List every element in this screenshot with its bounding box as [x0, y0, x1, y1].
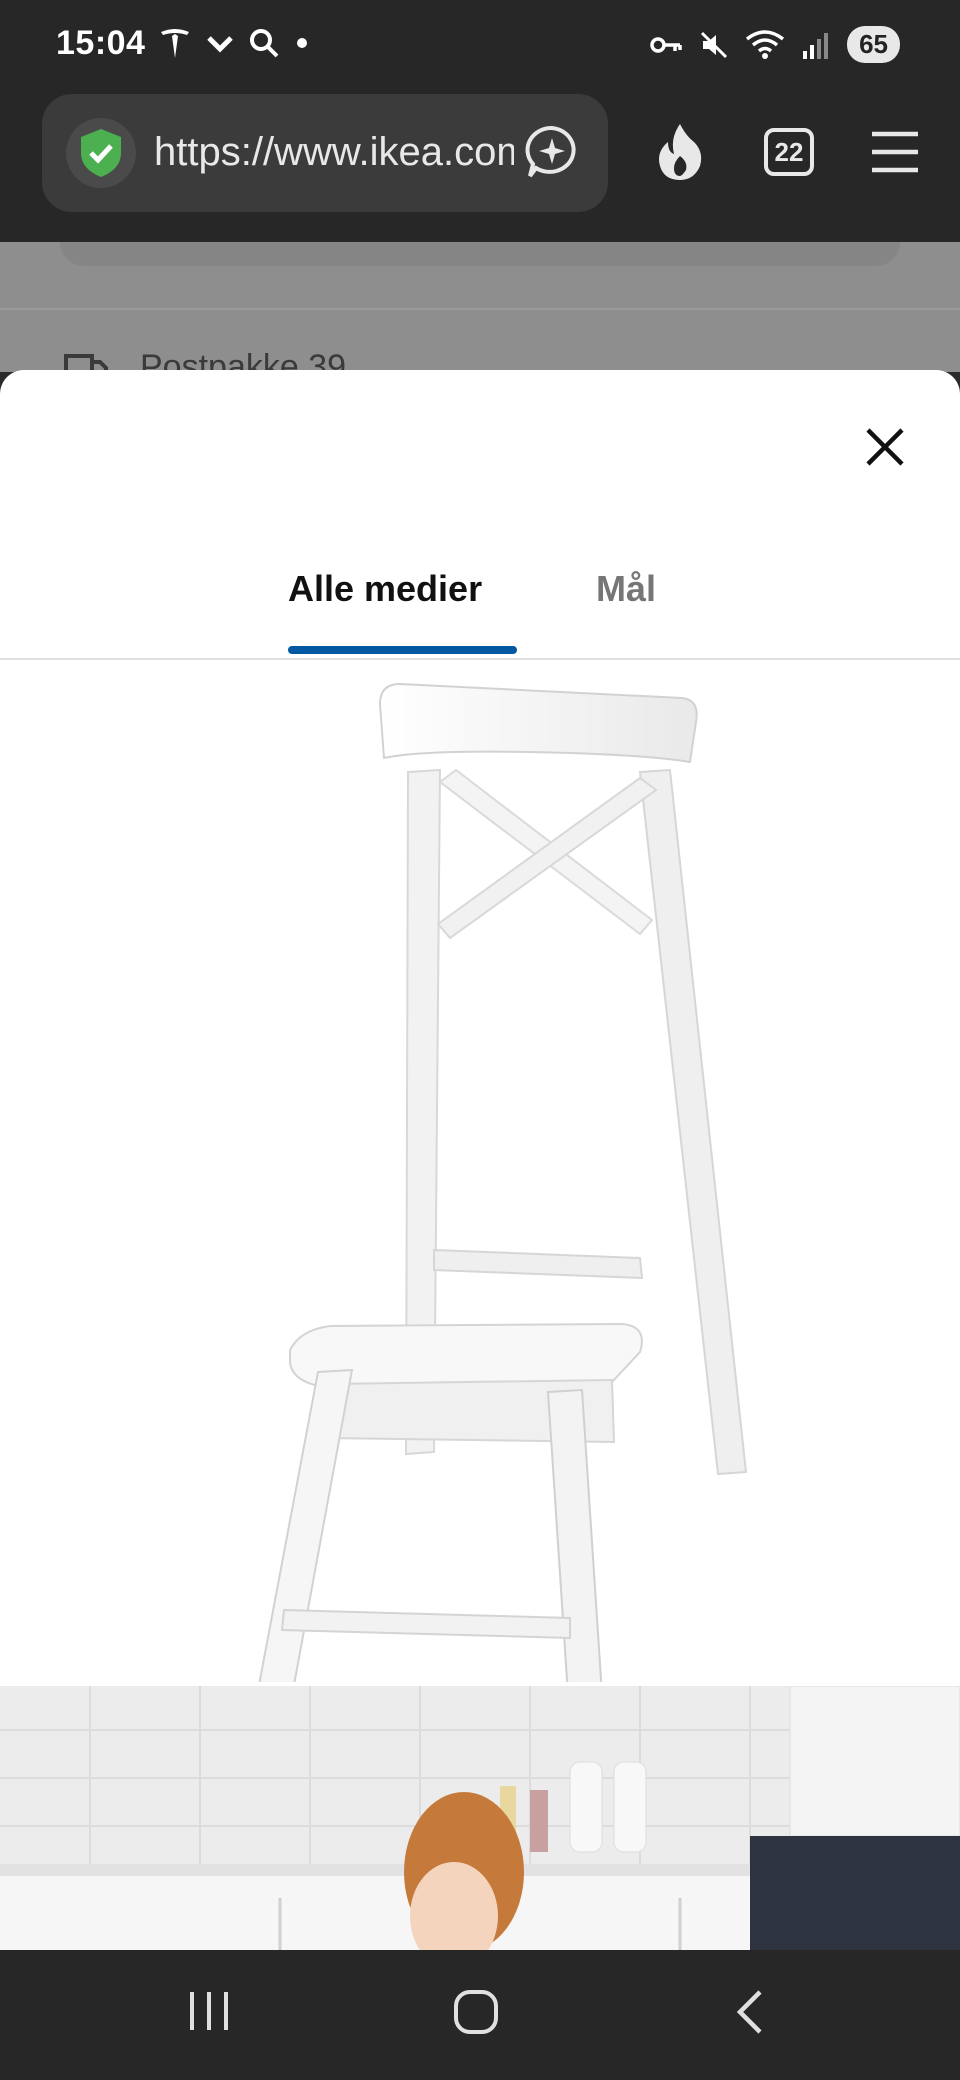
tab-switcher-button[interactable]: 22 [764, 128, 814, 176]
wifi-icon [746, 29, 785, 59]
close-icon[interactable] [860, 422, 910, 472]
lifestyle-photo[interactable] [0, 1686, 960, 1950]
tesla-icon [161, 29, 189, 58]
media-tabs: Alle medier Mål [0, 550, 960, 660]
browser-toolbar: https://www.ikea.com 22 [0, 92, 960, 242]
background-page-overlay: Postpakke 39 [0, 242, 960, 386]
system-icons: 65 [649, 26, 900, 63]
fire-icon[interactable] [652, 122, 708, 182]
sparkle-chat-icon[interactable] [524, 124, 580, 180]
hamburger-menu-icon[interactable] [870, 130, 920, 174]
mute-icon [701, 31, 728, 58]
notification-icons [158, 26, 310, 60]
back-icon[interactable] [730, 1988, 770, 2036]
kitchen-photo [0, 1686, 960, 1950]
battery-indicator: 65 [847, 26, 900, 63]
home-icon[interactable] [452, 1988, 500, 2036]
tab-dimensions[interactable]: Mål [596, 568, 656, 610]
media-viewer-sheet: Alle medier Mål [0, 370, 960, 1950]
system-navigation-bar [0, 1950, 960, 2080]
key-icon [650, 36, 682, 53]
signal-icon [803, 32, 829, 59]
address-bar[interactable]: https://www.ikea.com [42, 94, 608, 212]
url-text[interactable]: https://www.ikea.com [154, 130, 514, 175]
status-bar: 15:04 65 [0, 0, 960, 92]
search-icon [250, 29, 279, 58]
active-tab-indicator [288, 646, 517, 654]
dot-icon [297, 38, 307, 48]
chair-illustration [212, 682, 748, 1950]
recent-apps-icon[interactable] [186, 1988, 232, 2034]
chevron-down-icon [207, 36, 233, 53]
tab-all-media[interactable]: Alle medier [288, 568, 482, 610]
shield-check-icon[interactable] [66, 118, 136, 188]
product-image[interactable] [0, 662, 960, 1950]
clock: 15:04 [56, 24, 146, 62]
